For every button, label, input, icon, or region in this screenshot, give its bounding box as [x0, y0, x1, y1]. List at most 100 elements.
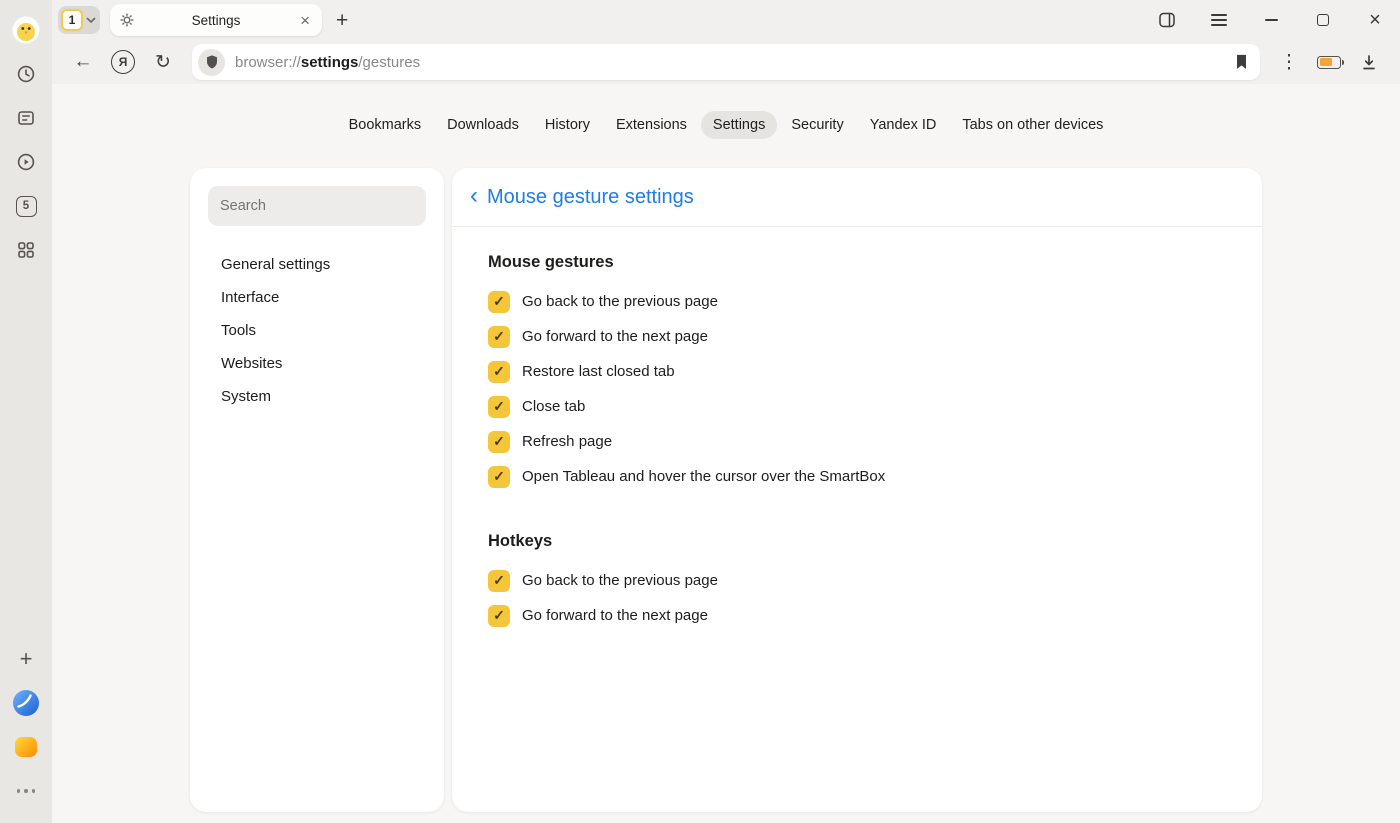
rail-more-icon[interactable] [10, 775, 42, 807]
browser-logo-icon[interactable] [10, 687, 42, 719]
battery-saver-button[interactable] [1312, 45, 1346, 79]
gesture-label: Close tab [522, 398, 585, 415]
tab-bar: 1 Settings × + × [52, 0, 1400, 40]
download-icon [1361, 54, 1377, 71]
search-input[interactable] [208, 186, 426, 226]
yandex-icon: Я [111, 50, 135, 74]
section-mouse-gestures: Mouse gestures ✓ Go back to the previous… [488, 253, 1226, 494]
nav-security[interactable]: Security [779, 111, 855, 139]
chevron-down-icon [86, 17, 96, 23]
close-icon: × [1369, 10, 1381, 30]
back-button[interactable]: ← [66, 45, 100, 79]
tab-settings[interactable]: Settings × [110, 4, 322, 36]
checkbox-checked[interactable]: ✓ [488, 605, 510, 627]
kebab-icon: ⋮ [1280, 51, 1299, 74]
settings-section-list: General settings Interface Tools Website… [208, 248, 426, 413]
nav-settings[interactable]: Settings [701, 111, 777, 139]
sidebar-item-websites[interactable]: Websites [208, 347, 426, 380]
hotkey-row-go-forward[interactable]: ✓ Go forward to the next page [488, 598, 1226, 633]
refresh-icon: ↻ [155, 51, 171, 74]
section-heading: Mouse gestures [488, 253, 1226, 272]
checkbox-checked[interactable]: ✓ [488, 466, 510, 488]
ellipsis-icon [17, 789, 36, 793]
check-icon: ✓ [493, 363, 505, 380]
profile-avatar[interactable] [10, 14, 42, 46]
history-icon[interactable] [10, 58, 42, 90]
url-scheme: browser:// [235, 54, 301, 71]
gesture-label: Restore last closed tab [522, 363, 675, 380]
checkbox-checked[interactable]: ✓ [488, 291, 510, 313]
address-bar[interactable]: browser://settings/gestures [192, 44, 1260, 80]
gesture-row-go-back[interactable]: ✓ Go back to the previous page [488, 284, 1226, 319]
nav-yandex-id[interactable]: Yandex ID [858, 111, 949, 139]
sidebar-item-interface[interactable]: Interface [208, 281, 426, 314]
maximize-button[interactable] [1312, 9, 1334, 31]
refresh-button[interactable]: ↻ [146, 45, 180, 79]
gesture-row-go-forward[interactable]: ✓ Go forward to the next page [488, 319, 1226, 354]
hotkey-row-go-back[interactable]: ✓ Go back to the previous page [488, 563, 1226, 598]
checkbox-checked[interactable]: ✓ [488, 431, 510, 453]
settings-top-nav: Bookmarks Downloads History Extensions S… [52, 84, 1400, 139]
tab-close-icon[interactable]: × [298, 12, 312, 29]
nav-extensions[interactable]: Extensions [604, 111, 699, 139]
checkbox-checked[interactable]: ✓ [488, 326, 510, 348]
tab-title: Settings [134, 13, 298, 28]
checkbox-checked[interactable]: ✓ [488, 570, 510, 592]
back-chevron-icon[interactable]: ‹ [470, 184, 478, 211]
gesture-label: Go forward to the next page [522, 328, 708, 345]
minimize-button[interactable] [1260, 9, 1282, 31]
nav-tabs-other-devices[interactable]: Tabs on other devices [950, 111, 1115, 139]
battery-icon [1317, 56, 1341, 69]
downloads-button[interactable] [1352, 45, 1386, 79]
side-panel-icon[interactable] [1156, 9, 1178, 31]
hamburger-icon [1211, 14, 1227, 26]
close-button[interactable]: × [1364, 9, 1386, 31]
settings-page: Bookmarks Downloads History Extensions S… [52, 84, 1400, 823]
gesture-row-close-tab[interactable]: ✓ Close tab [488, 389, 1226, 424]
browser-toolbar: ← Я ↻ browser://settings/gestures ⋮ [52, 40, 1400, 84]
nav-downloads[interactable]: Downloads [435, 111, 531, 139]
bookmark-flag-button[interactable] [1235, 54, 1248, 70]
browser-window: 5 + [0, 0, 1400, 823]
check-icon: ✓ [493, 607, 505, 624]
rail-add-icon[interactable]: + [10, 643, 42, 675]
sidebar-item-system[interactable]: System [208, 380, 426, 413]
browser-logo [12, 689, 40, 717]
nav-bookmarks[interactable]: Bookmarks [337, 111, 434, 139]
left-rail: 5 + [0, 0, 52, 823]
tab-counter-badge[interactable]: 5 [10, 190, 42, 222]
section-hotkeys: Hotkeys ✓ Go back to the previous page ✓… [488, 532, 1226, 633]
check-icon: ✓ [493, 468, 505, 485]
feed-icon[interactable] [10, 102, 42, 134]
apps-grid-icon[interactable] [10, 234, 42, 266]
page-title[interactable]: Mouse gesture settings [487, 186, 694, 209]
yandex-home-button[interactable]: Я [106, 45, 140, 79]
mail-app-icon[interactable] [10, 731, 42, 763]
shield-icon [206, 55, 218, 69]
url-text: browser://settings/gestures [235, 54, 420, 71]
check-icon: ✓ [493, 433, 505, 450]
sidebar-item-general-settings[interactable]: General settings [208, 248, 426, 281]
url-host: settings [301, 54, 359, 71]
gesture-row-refresh-page[interactable]: ✓ Refresh page [488, 424, 1226, 459]
avatar-image [12, 16, 40, 44]
new-tab-button[interactable]: + [336, 10, 348, 31]
tab-group-chip[interactable]: 1 [58, 6, 100, 34]
protect-shield-badge[interactable] [198, 49, 225, 76]
video-icon[interactable] [10, 146, 42, 178]
nav-history[interactable]: History [533, 111, 602, 139]
settings-sidebar-panel: General settings Interface Tools Website… [190, 168, 444, 812]
checkbox-checked[interactable]: ✓ [488, 361, 510, 383]
orange-app-logo [13, 734, 39, 760]
toolbar-more-button[interactable]: ⋮ [1272, 45, 1306, 79]
menu-icon[interactable] [1208, 9, 1230, 31]
checkbox-checked[interactable]: ✓ [488, 396, 510, 418]
panel-body: Mouse gestures ✓ Go back to the previous… [452, 227, 1262, 659]
gesture-row-restore-tab[interactable]: ✓ Restore last closed tab [488, 354, 1226, 389]
gesture-settings-panel: ‹ Mouse gesture settings Mouse gestures … [452, 168, 1262, 812]
url-path: /gestures [358, 54, 420, 71]
panel-header: ‹ Mouse gesture settings [452, 168, 1262, 227]
sidebar-item-tools[interactable]: Tools [208, 314, 426, 347]
gesture-label: Go back to the previous page [522, 293, 718, 310]
gesture-row-open-tableau[interactable]: ✓ Open Tableau and hover the cursor over… [488, 459, 1226, 494]
